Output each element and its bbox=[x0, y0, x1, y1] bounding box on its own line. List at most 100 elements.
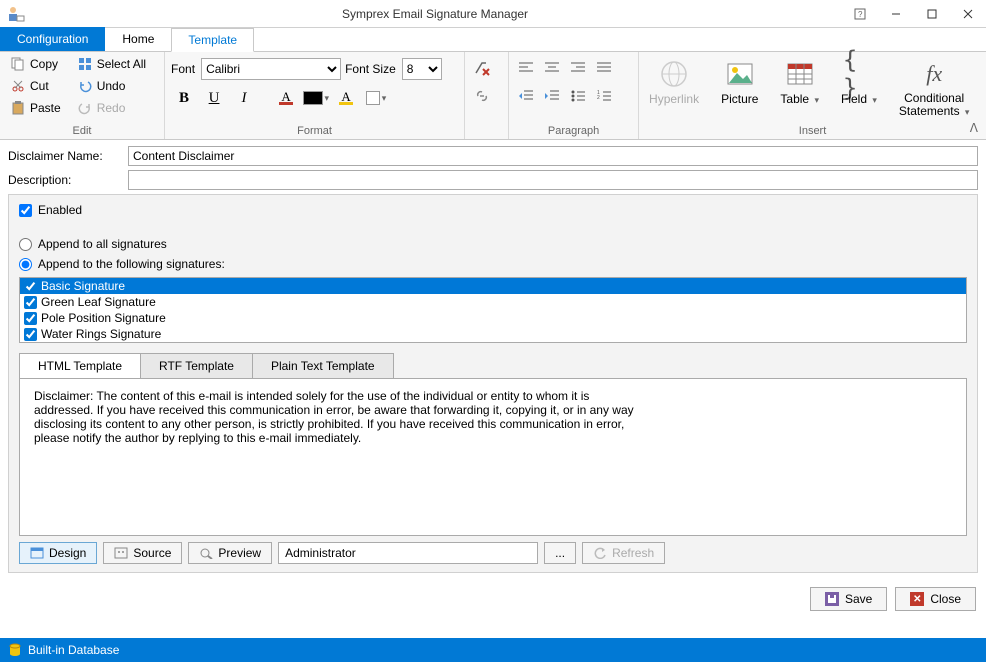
paste-label: Paste bbox=[30, 101, 61, 115]
outdent-button[interactable] bbox=[515, 86, 537, 106]
paste-button[interactable]: Paste bbox=[6, 98, 65, 118]
svg-text:?: ? bbox=[858, 10, 863, 19]
group-label-paragraph: Paragraph bbox=[515, 123, 632, 139]
template-editor[interactable]: Disclaimer: The content of this e-mail i… bbox=[19, 378, 967, 536]
indent-button[interactable] bbox=[541, 86, 563, 106]
append-following-radio[interactable] bbox=[19, 258, 32, 271]
list-item[interactable]: Pole Position Signature bbox=[20, 310, 966, 326]
close-button[interactable]: ✕Close bbox=[895, 587, 976, 611]
font-size-select[interactable]: 8 bbox=[402, 58, 442, 80]
append-following-label: Append to the following signatures: bbox=[38, 257, 225, 271]
ribbon-group-format: Font Calibri Font Size 8 B U I A ▾ A ▾ F… bbox=[165, 52, 465, 139]
hyperlink-icon bbox=[658, 58, 690, 90]
paste-icon bbox=[10, 100, 26, 116]
sig-label: Basic Signature bbox=[41, 279, 125, 293]
minimize-button[interactable] bbox=[878, 0, 914, 28]
align-justify-button[interactable] bbox=[593, 58, 615, 78]
refresh-icon bbox=[593, 547, 607, 559]
source-button[interactable]: Source bbox=[103, 542, 182, 564]
clear-formatting-button[interactable] bbox=[471, 58, 493, 78]
conditional-icon: fx bbox=[918, 58, 950, 90]
font-size-label: Font Size bbox=[345, 62, 396, 76]
signature-list: Basic Signature Green Leaf Signature Pol… bbox=[19, 277, 967, 343]
append-all-label: Append to all signatures bbox=[38, 237, 167, 251]
append-all-radio[interactable] bbox=[19, 238, 32, 251]
sig-label: Pole Position Signature bbox=[41, 311, 166, 325]
disclaimer-name-label: Disclaimer Name: bbox=[8, 149, 128, 163]
highlight-color-button[interactable]: ▾ bbox=[363, 86, 389, 110]
table-icon bbox=[784, 58, 816, 90]
copy-button[interactable]: Copy bbox=[6, 54, 65, 74]
disclaimer-name-input[interactable] bbox=[128, 146, 978, 166]
sig-checkbox[interactable] bbox=[24, 296, 37, 309]
close-window-button[interactable] bbox=[950, 0, 986, 28]
help-button[interactable]: ? bbox=[842, 0, 878, 28]
tab-template[interactable]: Template bbox=[171, 28, 254, 52]
select-all-icon bbox=[77, 56, 93, 72]
sig-checkbox[interactable] bbox=[24, 280, 37, 293]
list-item[interactable]: Basic Signature bbox=[20, 278, 966, 294]
group-label-edit: Edit bbox=[6, 123, 158, 139]
align-center-button[interactable] bbox=[541, 58, 563, 78]
description-input[interactable] bbox=[128, 170, 978, 190]
picture-label: Picture bbox=[721, 92, 758, 106]
list-item[interactable]: Green Leaf Signature bbox=[20, 294, 966, 310]
sig-label: Green Leaf Signature bbox=[41, 295, 156, 309]
field-button[interactable]: { } Field ▾ bbox=[837, 56, 881, 108]
bullet-list-button[interactable] bbox=[567, 86, 589, 106]
table-button[interactable]: Table ▾ bbox=[776, 56, 823, 108]
align-right-button[interactable] bbox=[567, 58, 589, 78]
redo-icon bbox=[77, 100, 93, 116]
insert-link-button[interactable] bbox=[471, 86, 493, 106]
sig-checkbox[interactable] bbox=[24, 328, 37, 341]
font-color-button[interactable]: A bbox=[273, 86, 299, 110]
svg-text:2: 2 bbox=[597, 95, 600, 101]
design-icon bbox=[30, 547, 44, 559]
number-list-button[interactable]: 12 bbox=[593, 86, 615, 106]
sig-checkbox[interactable] bbox=[24, 312, 37, 325]
preview-user-field[interactable] bbox=[278, 542, 538, 564]
browse-user-button[interactable]: ... bbox=[544, 542, 576, 564]
close-label: Close bbox=[930, 592, 961, 606]
template-tabs: HTML Template RTF Template Plain Text Te… bbox=[19, 353, 967, 378]
design-button[interactable]: Design bbox=[19, 542, 97, 564]
statusbar: Built-in Database bbox=[0, 638, 986, 662]
ribbon: Copy Cut Paste Select All Undo Redo Edit… bbox=[0, 52, 986, 140]
save-label: Save bbox=[845, 592, 872, 606]
copy-label: Copy bbox=[30, 57, 58, 71]
cut-button[interactable]: Cut bbox=[6, 76, 65, 96]
select-all-label: Select All bbox=[97, 57, 146, 71]
picture-icon bbox=[724, 58, 756, 90]
highlight-button[interactable]: A bbox=[333, 86, 359, 110]
bold-button[interactable]: B bbox=[171, 86, 197, 110]
collapse-ribbon-button[interactable]: ᐱ bbox=[970, 121, 978, 135]
hyperlink-button[interactable]: Hyperlink bbox=[645, 56, 703, 108]
tab-plain-template[interactable]: Plain Text Template bbox=[252, 353, 394, 378]
refresh-label: Refresh bbox=[612, 546, 654, 560]
conditional-button[interactable]: fx ConditionalStatements ▾ bbox=[895, 56, 974, 120]
status-text: Built-in Database bbox=[28, 643, 119, 657]
source-icon bbox=[114, 547, 128, 559]
enabled-checkbox[interactable] bbox=[19, 204, 32, 217]
picture-button[interactable]: Picture bbox=[717, 56, 762, 108]
tab-home[interactable]: Home bbox=[105, 27, 171, 51]
disclaimer-text: Disclaimer: The content of this e-mail i… bbox=[34, 389, 644, 445]
ribbon-group-edit: Copy Cut Paste Select All Undo Redo Edit bbox=[0, 52, 165, 139]
tab-rtf-template[interactable]: RTF Template bbox=[140, 353, 253, 378]
tab-configuration[interactable]: Configuration bbox=[0, 27, 105, 51]
list-item[interactable]: Water Rings Signature bbox=[20, 326, 966, 342]
back-color-button[interactable]: ▾ bbox=[303, 86, 329, 110]
underline-button[interactable]: U bbox=[201, 86, 227, 110]
save-button[interactable]: Save bbox=[810, 587, 887, 611]
font-select[interactable]: Calibri bbox=[201, 58, 341, 80]
redo-button[interactable]: Redo bbox=[73, 98, 150, 118]
refresh-button[interactable]: Refresh bbox=[582, 542, 665, 564]
maximize-button[interactable] bbox=[914, 0, 950, 28]
undo-button[interactable]: Undo bbox=[73, 76, 150, 96]
select-all-button[interactable]: Select All bbox=[73, 54, 150, 74]
italic-button[interactable]: I bbox=[231, 86, 257, 110]
align-left-button[interactable] bbox=[515, 58, 537, 78]
preview-button[interactable]: Preview bbox=[188, 542, 272, 564]
app-icon bbox=[4, 2, 28, 26]
tab-html-template[interactable]: HTML Template bbox=[19, 353, 141, 378]
